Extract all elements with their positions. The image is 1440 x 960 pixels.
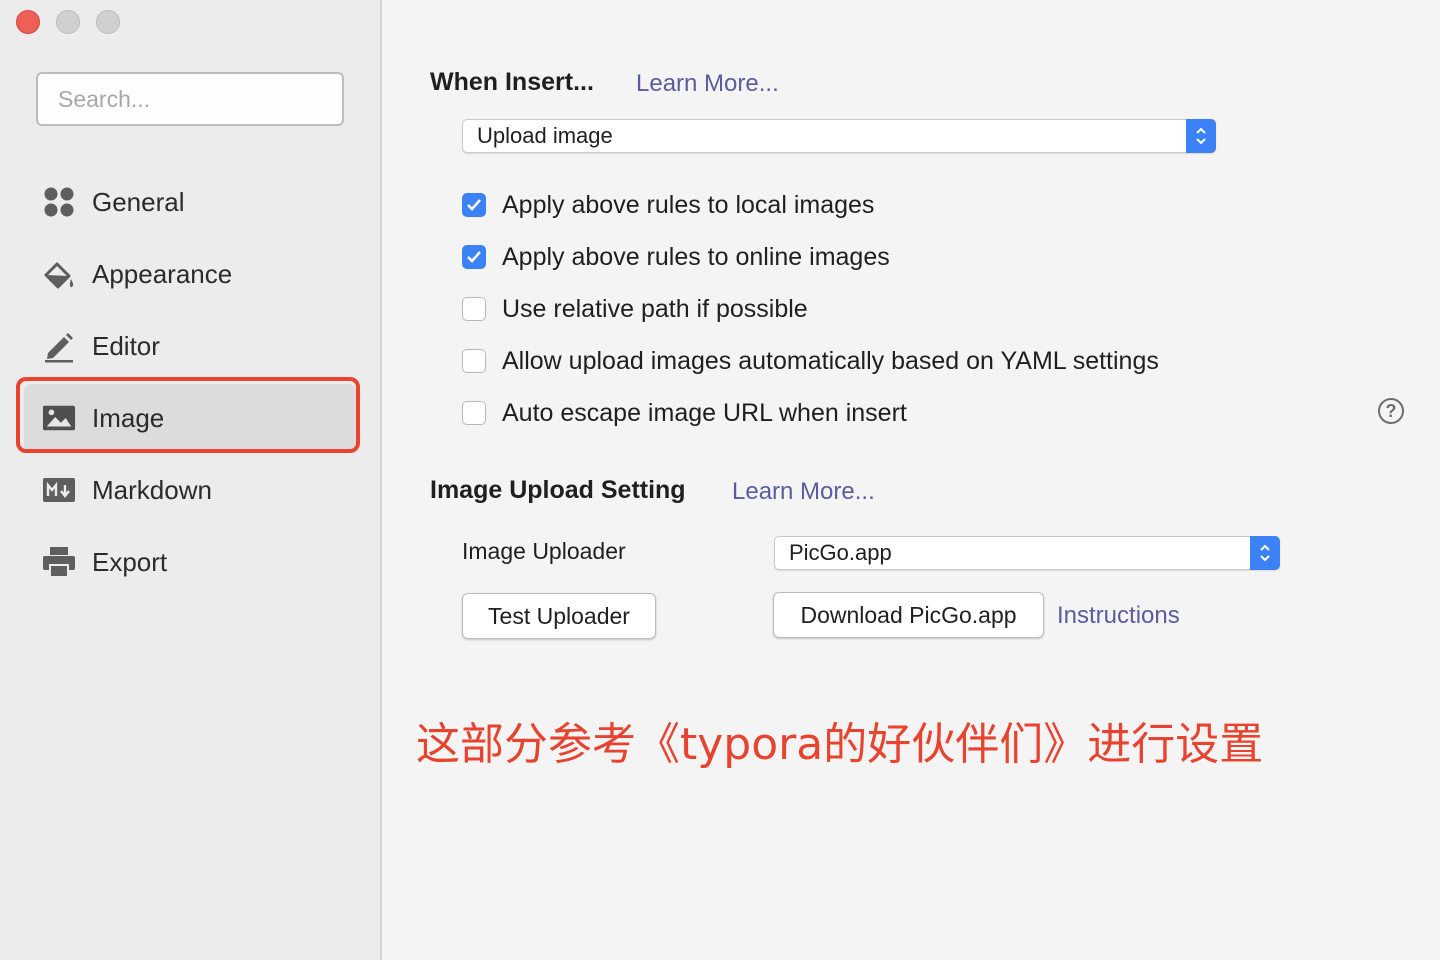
option-local-images[interactable]: Apply above rules to local images <box>462 188 874 222</box>
option-label: Auto escape image URL when insert <box>502 398 907 427</box>
when-insert-learn-more-link[interactable]: Learn More... <box>636 70 779 98</box>
image-uploader-select-value: PicGo.app <box>789 540 892 565</box>
zoom-button[interactable] <box>96 10 120 34</box>
sidebar-item-editor[interactable]: Editor <box>24 312 356 380</box>
option-label: Apply above rules to local images <box>502 190 875 219</box>
sidebar-item-label: Appearance <box>92 258 233 289</box>
option-relative-path[interactable]: Use relative path if possible <box>462 292 808 326</box>
image-uploader-label: Image Uploader <box>462 538 626 564</box>
checkbox-online-images[interactable] <box>462 245 486 269</box>
sidebar-item-label: Image <box>92 402 165 433</box>
option-auto-escape[interactable]: Auto escape image URL when insert <box>462 396 907 430</box>
pencil-icon <box>42 329 76 363</box>
sidebar-item-markdown[interactable]: Markdown <box>24 456 356 524</box>
instructions-link[interactable]: Instructions <box>1057 602 1180 630</box>
minimize-button[interactable] <box>56 10 80 34</box>
upload-setting-title: Image Upload Setting <box>430 476 686 504</box>
annotation-text: 这部分参考《typora的好伙伴们》进行设置 <box>416 719 1264 770</box>
checkbox-yaml-upload[interactable] <box>462 349 486 373</box>
paint-bucket-icon <box>42 257 76 291</box>
option-label: Use relative path if possible <box>502 294 808 323</box>
sidebar-item-label: Markdown <box>92 474 212 505</box>
sidebar-item-image[interactable]: Image <box>24 384 356 452</box>
upload-setting-learn-more-link[interactable]: Learn More... <box>732 478 875 506</box>
option-label: Allow upload images automatically based … <box>502 346 1159 375</box>
option-online-images[interactable]: Apply above rules to online images <box>462 240 890 274</box>
sidebar-item-label: Export <box>92 546 168 577</box>
sidebar-item-export[interactable]: Export <box>24 528 356 596</box>
when-insert-select-value: Upload image <box>477 123 613 148</box>
sidebar-item-general[interactable]: General <box>24 168 356 236</box>
help-icon[interactable]: ? <box>1378 398 1404 424</box>
download-picgo-button[interactable]: Download PicGo.app <box>773 592 1044 638</box>
chevron-up-down-icon <box>1250 536 1280 570</box>
option-label: Apply above rules to online images <box>502 242 890 271</box>
printer-icon <box>42 545 76 579</box>
preferences-window: General Appearance <box>0 0 1440 960</box>
test-uploader-button[interactable]: Test Uploader <box>462 593 656 639</box>
sidebar-item-label: Editor <box>92 330 160 361</box>
settings-panel: When Insert... Learn More... Upload imag… <box>382 0 1440 960</box>
search-input[interactable] <box>36 72 344 126</box>
window-controls <box>16 10 120 34</box>
option-yaml-upload[interactable]: Allow upload images automatically based … <box>462 344 1159 378</box>
sidebar-item-appearance[interactable]: Appearance <box>24 240 356 308</box>
grid-icon <box>42 185 76 219</box>
sidebar-item-label: General <box>92 186 185 217</box>
image-uploader-select[interactable]: PicGo.app <box>774 536 1280 570</box>
sidebar: General Appearance <box>0 0 382 960</box>
markdown-icon <box>42 473 76 507</box>
checkbox-auto-escape[interactable] <box>462 401 486 425</box>
when-insert-select[interactable]: Upload image <box>462 119 1216 153</box>
checkbox-local-images[interactable] <box>462 193 486 217</box>
close-button[interactable] <box>16 10 40 34</box>
checkbox-relative-path[interactable] <box>462 297 486 321</box>
when-insert-title: When Insert... <box>430 68 594 96</box>
image-icon <box>42 401 76 435</box>
chevron-up-down-icon <box>1186 119 1216 153</box>
